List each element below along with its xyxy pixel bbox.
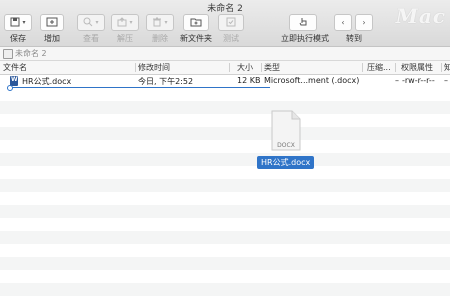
back-button[interactable]: ‹	[334, 14, 352, 31]
immediate-mode-label: 立即执行模式	[281, 34, 329, 43]
magnifier-icon	[83, 17, 93, 29]
floppy-icon	[10, 17, 20, 29]
hand-cursor-icon	[298, 17, 308, 29]
empty-row	[0, 231, 450, 244]
extract-button[interactable]: ▾	[111, 14, 139, 31]
column-extra[interactable]: 知	[444, 62, 450, 73]
file-list: HR公式.docx 今日, 下午2:52 12 KB Microsoft...m…	[0, 75, 450, 300]
empty-row	[0, 166, 450, 179]
window-title: 未命名 2	[207, 4, 243, 14]
empty-row	[0, 101, 450, 114]
column-divider[interactable]	[362, 63, 363, 72]
file-size: 12 KB	[237, 76, 261, 85]
path-bar: 未命名 2	[0, 47, 450, 61]
empty-row	[0, 218, 450, 231]
file-modified: 今日, 下午2:52	[138, 77, 194, 86]
dragged-file[interactable]: DOCX	[270, 110, 302, 152]
delete-button[interactable]: ▾	[146, 14, 174, 31]
chevron-down-icon: ▾	[164, 19, 168, 26]
empty-row	[0, 88, 450, 101]
add-icon	[46, 17, 58, 29]
document-icon: DOCX	[271, 110, 301, 151]
empty-row	[0, 244, 450, 257]
toolbar: 未命名 2 Mac ▾ 保存 增加 ▾ 查看 ▾ 解压 ▾ 删除 新文件夹 测试…	[0, 0, 450, 47]
checkmark-icon	[226, 17, 236, 29]
column-divider[interactable]	[395, 63, 396, 72]
empty-row	[0, 283, 450, 296]
column-name[interactable]: 文件名	[3, 62, 27, 73]
brand-watermark: Mac	[395, 4, 446, 28]
column-size[interactable]: 大小	[237, 62, 253, 73]
test-button[interactable]	[218, 14, 244, 31]
view-button[interactable]: ▾	[77, 14, 105, 31]
archive-icon	[3, 49, 13, 59]
add-label: 增加	[44, 34, 60, 43]
column-type[interactable]: 类型	[264, 62, 280, 73]
empty-row	[0, 192, 450, 205]
column-divider[interactable]	[135, 63, 136, 72]
save-button[interactable]: ▾	[4, 14, 32, 31]
docx-badge: DOCX	[277, 142, 295, 149]
chevron-down-icon: ▾	[95, 19, 99, 26]
empty-row	[0, 140, 450, 153]
file-compressed: –	[395, 76, 399, 85]
column-modified[interactable]: 修改时间	[138, 62, 170, 73]
empty-row	[0, 179, 450, 192]
add-button[interactable]	[40, 14, 64, 31]
chevron-down-icon: ▾	[22, 19, 26, 26]
immediate-mode-button[interactable]	[289, 14, 317, 31]
empty-row	[0, 114, 450, 127]
file-name[interactable]: HR公式.docx	[22, 76, 71, 87]
file-permissions: -rw-r--r--	[402, 76, 435, 85]
new-folder-button[interactable]	[183, 14, 209, 31]
column-divider[interactable]	[229, 63, 230, 72]
forward-button[interactable]: ›	[355, 14, 373, 31]
empty-row	[0, 205, 450, 218]
empty-row	[0, 127, 450, 140]
column-compressed[interactable]: 压缩...	[367, 62, 391, 73]
trash-icon	[152, 17, 162, 29]
file-type: Microsoft...ment (.docx)	[264, 76, 360, 85]
extract-icon	[117, 16, 127, 29]
empty-row	[0, 257, 450, 270]
column-permissions[interactable]: 权限属性	[401, 62, 433, 73]
file-extra: –	[444, 76, 448, 85]
file-row[interactable]: HR公式.docx 今日, 下午2:52 12 KB Microsoft...m…	[0, 75, 450, 91]
column-divider[interactable]	[441, 63, 442, 72]
new-folder-icon	[190, 17, 202, 29]
path-label[interactable]: 未命名 2	[15, 48, 47, 59]
goto-label: 转到	[346, 34, 362, 43]
test-label: 测试	[223, 34, 239, 43]
empty-row	[0, 153, 450, 166]
chevron-right-icon: ›	[362, 18, 366, 27]
empty-row	[0, 270, 450, 283]
chevron-down-icon: ▾	[129, 19, 133, 26]
dragged-file-label: HR公式.docx	[257, 156, 315, 169]
column-divider[interactable]	[261, 63, 262, 72]
chevron-left-icon: ‹	[341, 18, 345, 27]
column-header: 文件名 修改时间 大小 类型 压缩... 权限属性 知	[0, 61, 450, 75]
